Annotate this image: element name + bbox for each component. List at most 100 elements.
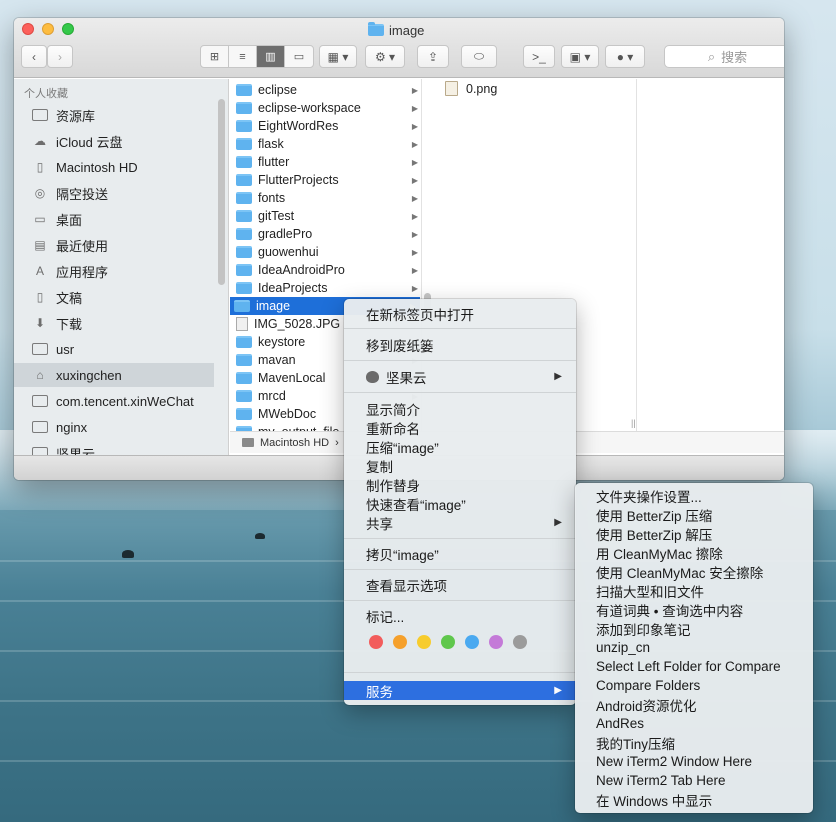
service-item[interactable]: 在 Windows 中显示 xyxy=(575,790,813,809)
menu-open-in-new-tab[interactable]: 在新标签页中打开 xyxy=(344,304,576,323)
tag-color-dot[interactable] xyxy=(513,635,527,649)
sidebar-item[interactable]: ☁ iCloud 云盘 xyxy=(14,129,214,153)
search-field[interactable]: ⌕ 搜索 xyxy=(664,45,784,68)
chevron-right-icon: › xyxy=(58,49,62,64)
icon-view-icon[interactable]: ⊞ xyxy=(201,46,229,67)
menu-separator xyxy=(344,360,576,361)
forward-button[interactable]: › xyxy=(47,45,73,68)
folder-row[interactable]: IdeaProjects ▶ xyxy=(232,279,421,297)
folder-row[interactable]: EightWordRes ▶ xyxy=(232,117,421,135)
sidebar-scrollbar[interactable] xyxy=(218,99,225,285)
disclosure-arrow-icon: ▶ xyxy=(411,229,418,239)
menu-get-info[interactable]: 显示简介 xyxy=(344,399,576,418)
tag-color-dot[interactable] xyxy=(417,635,431,649)
sidebar-item-label: xuxingchen xyxy=(56,367,122,383)
folder-row[interactable]: flutter ▶ xyxy=(232,153,421,171)
folder-row[interactable]: guowenhui ▶ xyxy=(232,243,421,261)
betterzip-button[interactable]: ▣ ▾ xyxy=(561,45,599,68)
zoom-button[interactable] xyxy=(62,23,74,35)
arrange-button[interactable]: ▦ ▾ xyxy=(319,45,357,68)
tag-color-dot[interactable] xyxy=(489,635,503,649)
service-item[interactable]: 添加到印象笔记 xyxy=(575,619,813,638)
service-item[interactable]: Select Left Folder for Compare xyxy=(575,657,813,676)
service-item[interactable]: 有道词典 • 查询选中内容 xyxy=(575,600,813,619)
share-button[interactable]: ⇪ xyxy=(417,45,449,68)
service-item[interactable]: 用 CleanMyMac 擦除 xyxy=(575,543,813,562)
sidebar-item[interactable]: 资源库 xyxy=(14,103,214,127)
service-item[interactable]: Compare Folders xyxy=(575,676,813,695)
service-item[interactable]: unzip_cn xyxy=(575,638,813,657)
sidebar-item[interactable]: ⌂ xuxingchen xyxy=(14,363,214,387)
menu-copy[interactable]: 拷贝“image” xyxy=(344,544,576,563)
disclosure-arrow-icon: ▶ xyxy=(411,247,418,257)
folder-icon xyxy=(32,343,48,355)
disclosure-arrow-icon: ▶ xyxy=(411,175,418,185)
column-resize-handle[interactable]: || xyxy=(631,418,636,428)
folder-row[interactable]: FlutterProjects ▶ xyxy=(232,171,421,189)
sidebar-item[interactable]: nginx xyxy=(14,415,214,439)
service-item[interactable]: 使用 BetterZip 压缩 xyxy=(575,505,813,524)
service-item[interactable]: 使用 BetterZip 解压 xyxy=(575,524,813,543)
path-segment[interactable]: Macintosh HD xyxy=(260,437,329,449)
menu-make-alias[interactable]: 制作替身 xyxy=(344,475,576,494)
service-item[interactable]: 使用 CleanMyMac 安全擦除 xyxy=(575,562,813,581)
minimize-button[interactable] xyxy=(42,23,54,35)
sidebar-item[interactable]: com.tencent.xinWeChat xyxy=(14,389,214,413)
service-item[interactable]: 扫描大型和旧文件 xyxy=(575,581,813,600)
gallery-view-icon[interactable]: ▭ xyxy=(285,46,313,67)
sidebar-item[interactable]: ▤ 最近使用 xyxy=(14,233,214,257)
terminal-button[interactable]: >_ xyxy=(523,45,555,68)
service-item[interactable]: New iTerm2 Window Here xyxy=(575,752,813,771)
recents-icon: ▤ xyxy=(34,238,46,252)
service-item[interactable]: 我的Tiny压缩 xyxy=(575,733,813,752)
menu-rename[interactable]: 重新命名 xyxy=(344,418,576,437)
menu-move-to-trash[interactable]: 移到废纸篓 xyxy=(344,335,576,354)
close-button[interactable] xyxy=(22,23,34,35)
search-icon: ⌕ xyxy=(707,48,716,64)
sidebar-item[interactable]: usr xyxy=(14,337,214,361)
bird-image xyxy=(122,550,134,558)
service-item[interactable]: Android资源优化 xyxy=(575,695,813,714)
menu-share[interactable]: 共享 ▶ xyxy=(344,513,576,532)
tag-color-dot[interactable] xyxy=(441,635,455,649)
sidebar-item[interactable]: ▯ Macintosh HD xyxy=(14,155,214,179)
service-item[interactable]: New iTerm2 Tab Here xyxy=(575,771,813,790)
menu-separator xyxy=(344,328,576,329)
tag-color-dot[interactable] xyxy=(369,635,383,649)
folder-row[interactable]: fonts ▶ xyxy=(232,189,421,207)
menu-separator xyxy=(344,569,576,570)
archive-icon: ▣ ▾ xyxy=(569,49,591,64)
file-label: 0.png xyxy=(466,81,498,96)
column-view-icon[interactable]: ▥ xyxy=(257,46,285,67)
folder-row[interactable]: gitTest ▶ xyxy=(232,207,421,225)
menu-view-options[interactable]: 查看显示选项 xyxy=(344,575,576,594)
list-view-icon[interactable]: ≡ xyxy=(229,46,257,67)
document-icon: ▯ xyxy=(36,160,44,174)
jianguoyun-button[interactable]: ● ▾ xyxy=(605,45,645,68)
tag-color-dot[interactable] xyxy=(465,635,479,649)
action-button[interactable]: ⚙ ▾ xyxy=(365,45,405,68)
tags-button[interactable]: ⬭ xyxy=(461,45,497,68)
sidebar-item[interactable]: A 应用程序 xyxy=(14,259,214,283)
disclosure-arrow-icon: ▶ xyxy=(411,121,418,131)
service-item[interactable]: 文件夹操作设置... xyxy=(575,486,813,505)
tag-color-dot[interactable] xyxy=(393,635,407,649)
back-button[interactable]: ‹ xyxy=(21,45,47,68)
file-item-0png[interactable]: 0.png xyxy=(445,81,497,96)
menu-compress[interactable]: 压缩“image” xyxy=(344,437,576,456)
folder-row[interactable]: IdeaAndroidPro ▶ xyxy=(232,261,421,279)
menu-tags[interactable]: 标记... xyxy=(344,606,576,625)
menu-quick-look[interactable]: 快速查看“image” xyxy=(344,494,576,513)
sidebar-item[interactable]: ⬇ 下载 xyxy=(14,311,214,335)
sidebar-item[interactable]: ▭ 桌面 xyxy=(14,207,214,231)
folder-row[interactable]: flask ▶ xyxy=(232,135,421,153)
menu-services[interactable]: 服务 ▶ xyxy=(344,681,576,700)
menu-jianguoyun[interactable]: 坚果云 ▶ xyxy=(344,367,576,386)
folder-row[interactable]: eclipse ▶ xyxy=(232,81,421,99)
menu-duplicate[interactable]: 复制 xyxy=(344,456,576,475)
service-item[interactable]: AndRes xyxy=(575,714,813,733)
folder-row[interactable]: eclipse-workspace ▶ xyxy=(232,99,421,117)
folder-row[interactable]: gradlePro ▶ xyxy=(232,225,421,243)
sidebar-item[interactable]: ◎ 隔空投送 xyxy=(14,181,214,205)
sidebar-item[interactable]: ▯ 文稿 xyxy=(14,285,214,309)
